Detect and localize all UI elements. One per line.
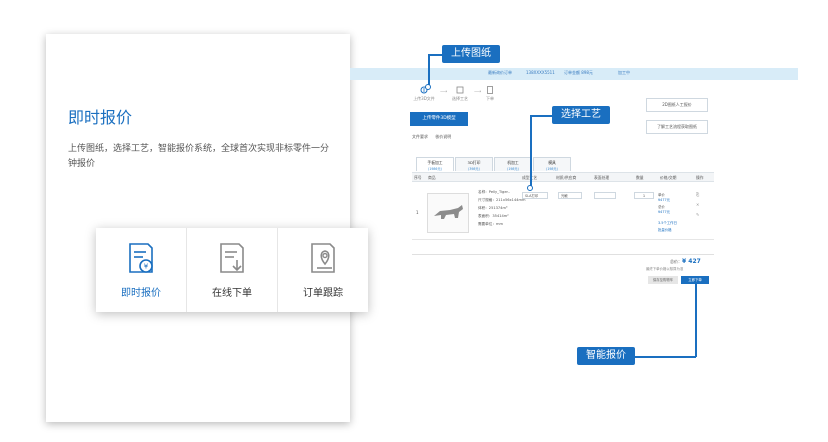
tab-label: 即时报价 — [121, 287, 161, 299]
unit-price-amount: ¥477元 — [658, 198, 671, 202]
unit-price-value: ¥477元 — [658, 197, 670, 202]
tab-mold[interactable]: 模具 (198元) — [533, 157, 571, 171]
callout-dot — [527, 185, 533, 191]
lead-time: 3.5个工作日 — [658, 220, 677, 225]
callout-line — [428, 54, 442, 56]
process-flow-button[interactable]: 了解工艺流程获取图纸 — [646, 120, 708, 134]
file-links: 文件要求 核价说明 — [412, 134, 457, 140]
pricing-note-link[interactable]: 核价说明 — [435, 134, 451, 139]
callout-line — [530, 115, 552, 117]
svg-text:¥: ¥ — [144, 262, 149, 270]
copy-icon[interactable]: ⎘ — [696, 192, 699, 197]
order-phone: 138XXXX5511 — [526, 70, 555, 75]
tab-3d-print[interactable]: 3D打印 (398元) — [455, 157, 493, 171]
total-price-amount: ¥477元 — [658, 210, 671, 214]
bulk-price-text: 批量价格 — [658, 228, 672, 232]
order-step-icon — [487, 86, 493, 94]
col-product: 商品 — [428, 175, 436, 180]
total-price-value: ¥477元 — [658, 209, 670, 214]
total-price: 总价：¥ 427 — [670, 258, 701, 265]
feature-title: 即时报价 — [68, 108, 133, 127]
callout-line — [530, 115, 532, 187]
table-header: 序号 商品 成型工艺 材质/供应商 表面处理 数量 价格/交期 操作 — [412, 172, 714, 182]
callout-dot — [425, 84, 431, 90]
edit-icon[interactable]: ✎ — [696, 212, 699, 217]
step-order: 下单 — [476, 86, 504, 102]
delete-icon[interactable]: ✕ — [696, 202, 699, 207]
feature-tabs: ¥ 即时报价 在线下单 订单跟踪 — [96, 228, 368, 312]
callout-process: 选择工艺 — [552, 106, 610, 124]
tab-price: (1986元) — [428, 167, 442, 171]
spec-name: 名称：Pelly_Tiger.. — [478, 190, 510, 194]
tab-price: (198元) — [507, 167, 519, 171]
spec-size: 尺寸规格：211x56x144mm — [478, 198, 526, 202]
step-process: 选择工艺 — [446, 86, 474, 102]
total-label: 总价： — [670, 259, 682, 264]
lead-time-value: 3.5个工作日 — [658, 221, 677, 225]
location-document-icon — [311, 242, 335, 273]
order-amount: 订单金额 898元 — [564, 70, 593, 75]
callout-line — [695, 284, 697, 357]
part-thumbnail — [427, 193, 469, 233]
tab-machining[interactable]: 机加工 (198元) — [494, 157, 532, 171]
process-tabs: 手板加工 (1986元) 3D打印 (398元) 机加工 (198元) 模具 (… — [416, 157, 572, 171]
tab-instant-quote[interactable]: ¥ 即时报价 — [96, 228, 187, 312]
latest-order-label: 最新询价订单 — [488, 70, 512, 75]
save-to-cart-button[interactable]: 保存至购物车 — [648, 276, 678, 284]
step-label: 选择工艺 — [452, 96, 468, 101]
callout-line — [428, 54, 430, 86]
tab-label: 在线下单 — [212, 287, 252, 299]
tab-prototype[interactable]: 手板加工 (1986元) — [416, 157, 454, 171]
spec-volume: 体积：251374m³ — [478, 206, 508, 210]
col-price: 价格/交期 — [660, 175, 677, 180]
process-select[interactable]: SLA打印 — [522, 192, 548, 199]
col-index: 序号 — [414, 175, 422, 180]
tiger-model-image — [434, 205, 463, 219]
total-note: 最终下单价格以核算为准 — [646, 267, 684, 271]
spec-area: 表面积：35414m² — [478, 214, 509, 218]
tab-price: (398元) — [468, 167, 480, 171]
place-order-button[interactable]: 立即下单 — [681, 276, 709, 284]
total-value: ¥ 427 — [682, 258, 701, 265]
file-requirements-link[interactable]: 文件要求 — [412, 134, 428, 139]
col-material: 材质/供应商 — [556, 175, 577, 180]
order-status: 加工中 — [618, 70, 630, 75]
table-row: 1 名称：Pelly_Tiger.. 尺寸规格：211x56x144mm 体积：… — [412, 182, 714, 240]
process-step-icon — [456, 86, 464, 94]
callout-line — [635, 356, 696, 358]
quantity-stepper[interactable]: 1 — [634, 192, 654, 199]
callout-upload: 上传图纸 — [442, 45, 500, 63]
bulk-price-link[interactable]: 批量价格 — [658, 227, 672, 232]
tab-price: (198元) — [546, 167, 558, 171]
divider — [412, 254, 714, 255]
tab-online-order[interactable]: 在线下单 — [187, 228, 278, 312]
page-root: 即时报价 上传图纸，选择工艺，智能报价系统，全球首次实现非标零件一分钟报价 ¥ … — [0, 0, 828, 442]
quote-screen-preview: 最新询价订单 138XXXX5511 订单金额 898元 加工中 上传3D文件 … — [350, 68, 798, 298]
order-document-icon — [220, 242, 244, 273]
col-quantity: 数量 — [636, 175, 644, 180]
manual-quote-button[interactable]: 2D图纸人工报价 — [646, 98, 708, 112]
spec-unit: 需要单位：mm — [478, 222, 503, 226]
row-index: 1 — [416, 210, 419, 215]
col-surface: 表面处理 — [594, 175, 610, 180]
surface-select[interactable] — [594, 192, 616, 199]
callout-pricing: 智能报价 — [577, 347, 635, 365]
quote-document-icon: ¥ — [129, 242, 153, 273]
material-select[interactable]: 光敏 — [558, 192, 582, 199]
upload-model-button[interactable]: 上传零件3D模型 — [410, 112, 468, 126]
tab-label: 订单跟踪 — [303, 287, 343, 299]
step-upload: 上传3D文件 — [410, 86, 438, 102]
col-ops: 操作 — [696, 175, 704, 180]
feature-description: 上传图纸，选择工艺，智能报价系统，全球首次实现非标零件一分钟报价 — [68, 144, 330, 169]
step-label: 上传3D文件 — [413, 96, 435, 101]
step-label: 下单 — [486, 96, 494, 101]
order-status-bar: 最新询价订单 138XXXX5511 订单金额 898元 加工中 — [350, 68, 798, 80]
